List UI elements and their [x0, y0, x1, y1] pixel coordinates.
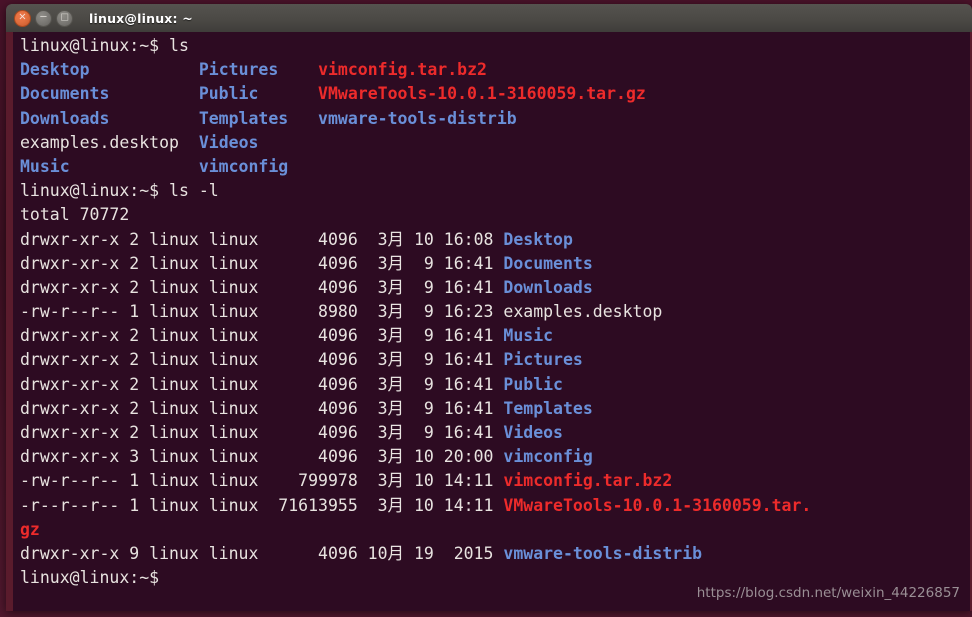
ls-long-row: -r--r--r-- 1 linux linux 71613955 3月 10 … — [20, 494, 970, 518]
maximize-button[interactable]: □ — [56, 9, 73, 27]
total-text: total 70772 — [20, 205, 130, 225]
file-meta: -rw-r--r-- 1 linux linux 8980 3月 9 16:23 — [20, 302, 504, 322]
ls-long-row: -rw-r--r-- 1 linux linux 799978 3月 10 14… — [20, 469, 970, 493]
file-meta: drwxr-xr-x 2 linux linux 4096 3月 9 16:41 — [20, 374, 504, 394]
terminal-window: × − □ linux@linux: ~ linux@linux:~$ ls De… — [6, 4, 972, 611]
file-name: vimconfig.tar.bz2 — [318, 60, 487, 80]
file-meta: drwxr-xr-x 2 linux linux 4096 3月 9 16:41 — [20, 423, 504, 442]
file-name: Downloads — [20, 108, 110, 128]
file-name: VMwareTools-10.0.1-3160059.tar. — [503, 495, 812, 515]
file-meta: drwxr-xr-x 2 linux linux 4096 3月 9 16:41 — [20, 350, 504, 370]
ls-long-row: drwxr-xr-x 9 linux linux 4096 10月 19 201… — [20, 542, 970, 566]
file-name: Desktop — [20, 60, 90, 80]
ls-long-row: -rw-r--r-- 1 linux linux 8980 3月 9 16:23… — [20, 300, 970, 324]
ls-long-row: drwxr-xr-x 2 linux linux 4096 3月 9 16:41… — [20, 324, 970, 348]
file-meta: drwxr-xr-x 9 linux linux 4096 10月 19 201… — [20, 543, 504, 563]
file-name: gz — [20, 519, 40, 539]
file-meta: drwxr-xr-x 2 linux linux 4096 3月 9 16:41 — [20, 326, 504, 346]
prompt-line: linux@linux:~$ ls — [20, 34, 970, 58]
file-name: vmware-tools-distrib — [318, 108, 517, 128]
file-name: Documents — [503, 253, 593, 273]
file-name: vimconfig.tar.bz2 — [503, 471, 673, 491]
file-meta: drwxr-xr-x 2 linux linux 4096 3月 9 16:41 — [20, 398, 504, 418]
desktop-background: × − □ linux@linux: ~ linux@linux:~$ ls De… — [0, 0, 972, 617]
file-name: vimconfig — [198, 156, 289, 176]
file-name: examples.desktop — [503, 302, 663, 322]
file-meta: drwxr-xr-x 2 linux linux 4096 3月 9 16:41 — [20, 253, 504, 273]
terminal-body[interactable]: linux@linux:~$ ls Desktop Pictures vimcon… — [6, 32, 972, 611]
ls-row: examples.desktop Videos — [20, 131, 970, 155]
command-text: ls -l — [169, 181, 219, 201]
file-meta: -rw-r--r-- 1 linux linux 799978 3月 10 14… — [20, 471, 504, 491]
ls-row: Desktop Pictures vimconfig.tar.bz2 — [20, 58, 970, 82]
file-name: VMwareTools-10.0.1-3160059.tar.gz — [318, 84, 646, 104]
ls-long-row: drwxr-xr-x 2 linux linux 4096 3月 9 16:41… — [20, 421, 970, 445]
prompt-line: linux@linux:~$ ls -l — [20, 179, 970, 203]
ls-long-row: drwxr-xr-x 2 linux linux 4096 3月 10 16:0… — [20, 228, 970, 252]
file-meta: drwxr-xr-x 2 linux linux 4096 3月 9 16:41 — [20, 277, 504, 297]
ls-long-row: drwxr-xr-x 2 linux linux 4096 3月 9 16:41… — [20, 397, 970, 421]
shell-prompt: linux@linux:~$ — [20, 181, 170, 201]
window-title: linux@linux: ~ — [89, 10, 193, 26]
ls-long-row-wrap: gz — [20, 518, 970, 542]
ls-row: Music vimconfig — [20, 155, 970, 179]
maximize-icon: □ — [60, 12, 69, 22]
minimize-icon: − — [39, 11, 48, 23]
ls-long-row: drwxr-xr-x 2 linux linux 4096 3月 9 16:41… — [20, 348, 970, 372]
file-name: Pictures — [503, 350, 583, 370]
ls-row: Downloads Templates vmware-tools-distrib — [20, 107, 970, 131]
shell-prompt: linux@linux:~$ — [20, 36, 170, 55]
file-name: Videos — [198, 132, 259, 152]
file-meta: drwxr-xr-x 2 linux linux 4096 3月 10 16:0… — [20, 229, 504, 249]
close-icon: × — [18, 11, 27, 23]
file-name: Public — [503, 374, 563, 394]
file-name: vmware-tools-distrib — [503, 543, 703, 563]
window-titlebar[interactable]: × − □ linux@linux: ~ — [6, 4, 972, 32]
file-name: Music — [20, 156, 70, 176]
file-name: vimconfig — [503, 447, 593, 467]
file-name: Documents — [20, 84, 110, 104]
ls-long-row: drwxr-xr-x 2 linux linux 4096 3月 9 16:41… — [20, 252, 970, 276]
close-button[interactable]: × — [14, 9, 31, 27]
shell-prompt: linux@linux:~$ — [20, 568, 160, 588]
ls-long-row: drwxr-xr-x 2 linux linux 4096 3月 9 16:41… — [20, 276, 970, 300]
file-meta: drwxr-xr-x 3 linux linux 4096 3月 10 20:0… — [20, 447, 504, 467]
file-name: Downloads — [503, 277, 593, 297]
ls-row: Documents Public VMwareTools-10.0.1-3160… — [20, 82, 970, 106]
file-name: examples.desktop — [20, 132, 179, 152]
ls-long-row: drwxr-xr-x 2 linux linux 4096 3月 9 16:41… — [20, 373, 970, 397]
watermark-text: https://blog.csdn.net/weixin_44226857 — [696, 585, 960, 601]
file-name: Desktop — [503, 229, 573, 249]
ls-long-row: drwxr-xr-x 3 linux linux 4096 3月 10 20:0… — [20, 445, 970, 469]
file-name: Pictures — [198, 60, 279, 80]
terminal-screen: linux@linux:~$ ls Desktop Pictures vimcon… — [20, 34, 970, 611]
file-name: Templates — [503, 398, 593, 418]
file-name: Public — [198, 84, 259, 104]
file-meta: -r--r--r-- 1 linux linux 71613955 3月 10 … — [20, 495, 504, 515]
command-text: ls — [169, 36, 189, 55]
ls-total-line: total 70772 — [20, 203, 970, 227]
file-name: Templates — [198, 108, 289, 128]
file-name: Videos — [503, 423, 563, 442]
minimize-button[interactable]: − — [35, 9, 52, 27]
file-name: Music — [503, 326, 554, 346]
